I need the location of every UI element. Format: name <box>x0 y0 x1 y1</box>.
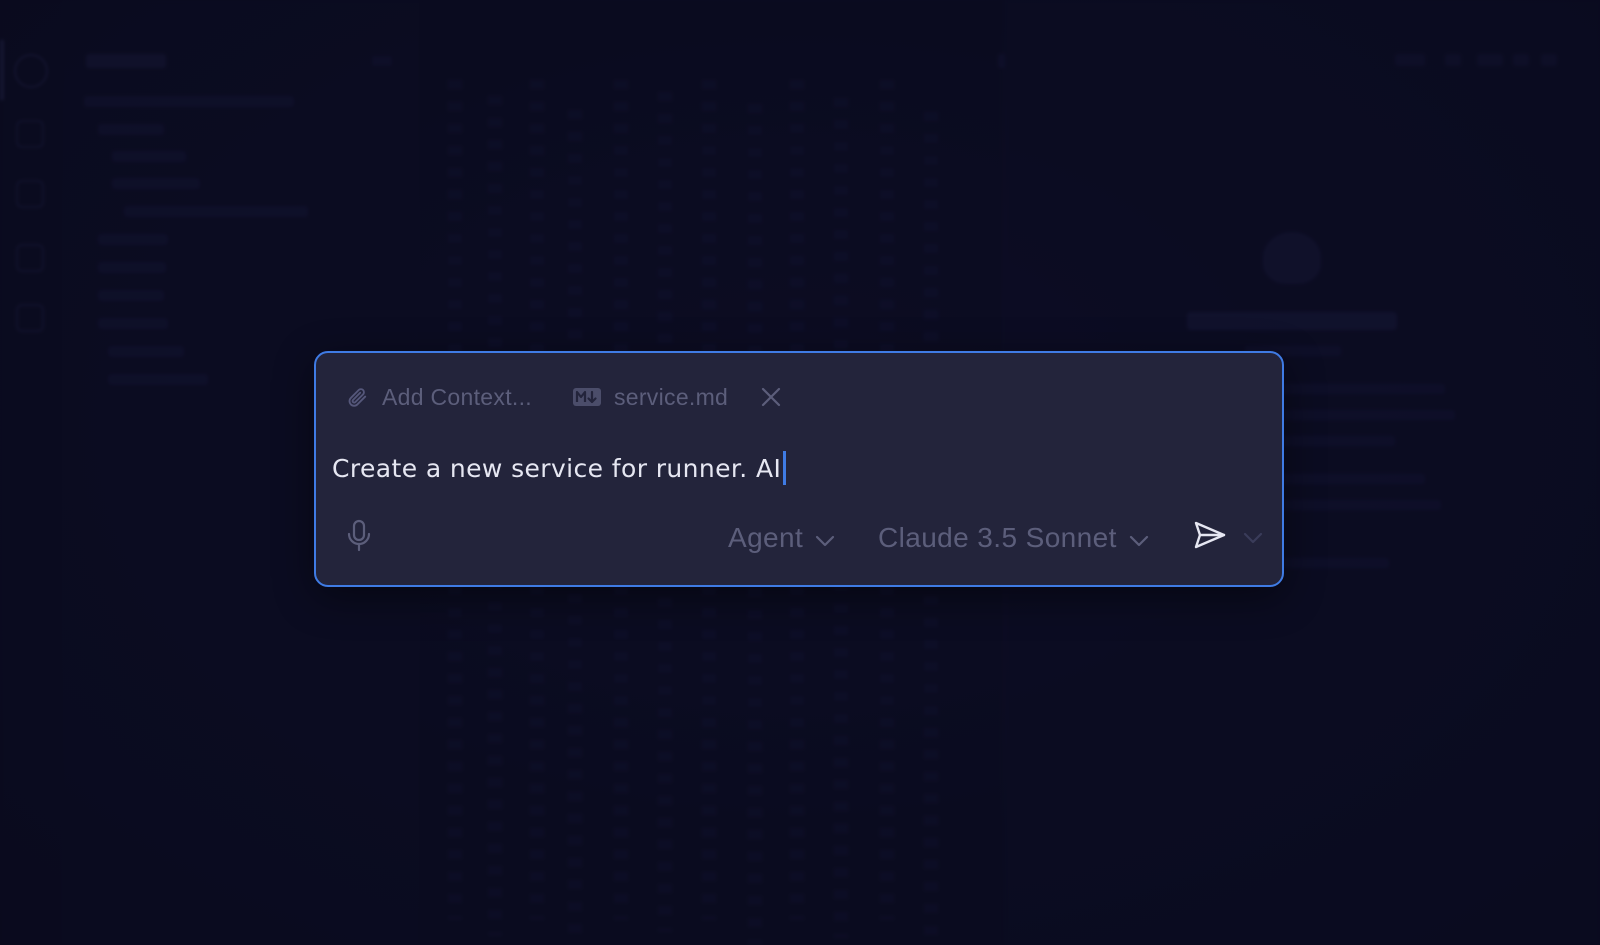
prompt-dialog: Add Context... service.md Create a new s… <box>314 351 1284 587</box>
prompt-input[interactable]: Create a new service for runner. AI <box>332 448 787 488</box>
microphone-button[interactable] <box>342 519 376 557</box>
chevron-down-icon <box>1243 529 1263 548</box>
model-dropdown-value: Claude 3.5 Sonnet <box>878 522 1117 553</box>
markdown-file-icon <box>572 387 602 407</box>
screen: Add Context... service.md Create a new s… <box>0 0 1600 945</box>
chevron-down-icon <box>1129 532 1149 547</box>
microphone-icon <box>346 519 372 557</box>
send-icon <box>1193 520 1227 554</box>
context-row: Add Context... service.md <box>346 377 784 417</box>
model-dropdown[interactable]: Claude 3.5 Sonnet <box>878 519 1149 557</box>
close-icon[interactable] <box>758 384 784 410</box>
chevron-down-icon <box>815 532 835 547</box>
text-caret <box>783 451 787 485</box>
mode-dropdown[interactable]: Agent <box>728 519 835 557</box>
send-button[interactable] <box>1190 517 1230 557</box>
add-context-label: Add Context... <box>382 383 532 410</box>
add-context-button[interactable]: Add Context... <box>346 384 532 411</box>
prompt-toolbar: Agent Claude 3.5 Sonnet <box>316 513 1282 561</box>
context-file-chip[interactable]: service.md <box>572 384 728 411</box>
context-file-name: service.md <box>613 383 729 410</box>
paperclip-icon <box>346 386 368 408</box>
send-options-button[interactable] <box>1238 519 1268 557</box>
prompt-input-text: Create a new service for runner. AI <box>332 453 782 483</box>
mode-dropdown-value: Agent <box>728 522 804 553</box>
